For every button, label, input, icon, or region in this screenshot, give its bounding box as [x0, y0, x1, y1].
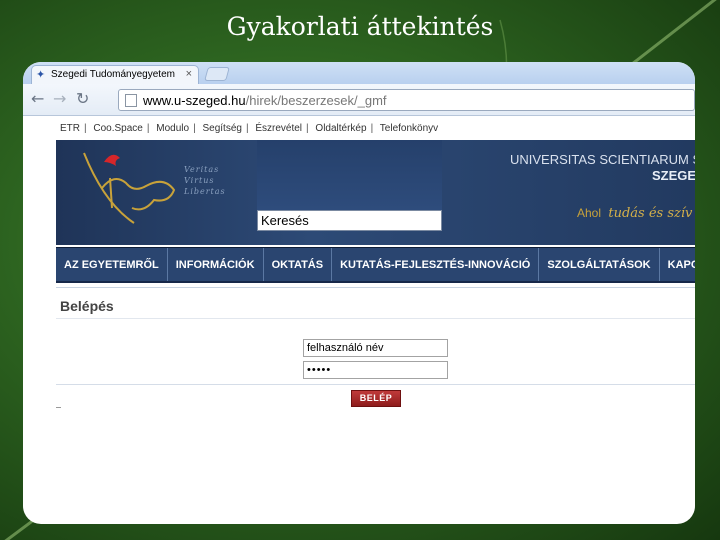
link-separator: |	[370, 123, 374, 134]
login-button[interactable]: BELÉP	[351, 390, 401, 407]
tagline: Ahol tudás és szív	[577, 206, 692, 221]
link-coospace[interactable]: Coo.Space	[93, 123, 142, 134]
nav-item-informaciok[interactable]: INFORMÁCIÓK	[168, 248, 264, 281]
divider	[56, 384, 695, 385]
link-separator: |	[84, 123, 87, 134]
motto-line: Veritas	[184, 165, 220, 174]
page-icon	[125, 94, 137, 107]
link-separator: |	[306, 123, 309, 134]
divider	[56, 318, 695, 319]
url-path: /hirek/beszerzesek/_gmf	[245, 93, 387, 108]
link-eszrevetel[interactable]: Észrevétel	[255, 123, 302, 134]
utility-links: ETR | Coo.Space | Modulo | Segítség | Észrev…	[60, 123, 438, 137]
university-city: SZEGE	[652, 168, 695, 183]
motto: Veritas Virtus Libertas	[184, 164, 226, 197]
favicon-icon: ✦	[36, 69, 46, 81]
university-logo-icon[interactable]	[74, 148, 264, 228]
password-field[interactable]: •••••	[303, 361, 448, 379]
slide-title: Gyakorlati áttekintés	[226, 12, 494, 41]
browser-window: ✦ Szegedi Tudományegyetem × ← → ↻ www.u-…	[23, 62, 695, 524]
link-separator: |	[245, 123, 249, 134]
link-modulo[interactable]: Modulo	[156, 123, 189, 134]
nav-item-szolgaltatasok[interactable]: SZOLGÁLTATÁSOK	[539, 248, 660, 281]
username-field[interactable]: felhasználó név	[303, 339, 448, 357]
tab-strip: ✦ Szegedi Tudományegyetem ×	[23, 62, 695, 84]
motto-line: Virtus	[184, 176, 215, 185]
browser-tab[interactable]: ✦ Szegedi Tudományegyetem ×	[31, 65, 199, 84]
divider	[56, 287, 695, 288]
tagline-script: tudás és szív	[608, 206, 693, 221]
motto-line: Libertas	[184, 187, 226, 196]
divider	[56, 407, 61, 408]
search-area	[257, 140, 442, 210]
nav-item-az-egyetemrol[interactable]: AZ EGYETEMRŐL	[56, 248, 168, 281]
search-input[interactable]: Keresés	[257, 210, 442, 231]
link-oldalterkep[interactable]: Oldaltérkép	[315, 123, 366, 134]
address-bar[interactable]: www.u-szeged.hu/hirek/beszerzesek/_gmf	[118, 89, 695, 111]
tab-title: Szegedi Tudományegyetem	[51, 69, 175, 80]
forward-arrow-icon[interactable]: →	[53, 91, 66, 107]
nav-item-kutatas[interactable]: KUTATÁS-FEJLESZTÉS-INNOVÁCIÓ	[332, 248, 540, 281]
nav-item-oktatas[interactable]: OKTATÁS	[264, 248, 333, 281]
university-name: UNIVERSITAS SCIENTIARUM S	[510, 152, 695, 167]
link-separator: |	[193, 123, 196, 134]
site-banner: Veritas Virtus Libertas Keresés UNIVERSI…	[56, 140, 695, 245]
nav-item-kapcsolat[interactable]: KAPC	[660, 248, 695, 281]
main-nav: AZ EGYETEMRŐL INFORMÁCIÓK OKTATÁS KUTATÁ…	[56, 247, 695, 283]
url-host: www.u-szeged.hu	[143, 93, 246, 108]
tagline-prefix: Ahol	[577, 206, 602, 220]
close-tab-icon[interactable]: ×	[186, 68, 192, 80]
link-segitseg[interactable]: Segítség	[202, 123, 241, 134]
page-title: Belépés	[60, 298, 114, 314]
new-tab-button[interactable]	[204, 67, 230, 81]
link-separator: |	[146, 123, 150, 134]
link-telefonkonyv[interactable]: Telefonkönyv	[380, 123, 438, 134]
browser-toolbar: ← → ↻ www.u-szeged.hu/hirek/beszerzesek/…	[23, 84, 695, 116]
reload-icon[interactable]: ↻	[76, 91, 89, 107]
link-etr[interactable]: ETR	[60, 123, 80, 134]
back-arrow-icon[interactable]: ←	[31, 91, 44, 107]
